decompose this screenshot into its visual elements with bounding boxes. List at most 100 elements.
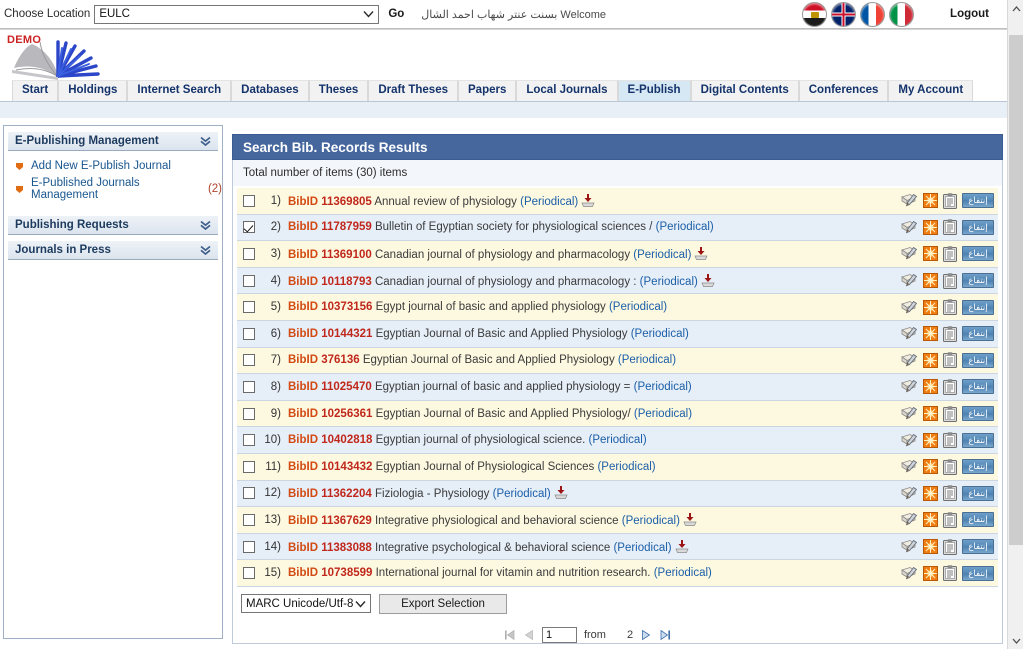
download-icon[interactable] — [694, 246, 708, 260]
row-checkbox[interactable] — [243, 407, 255, 420]
star-icon[interactable] — [923, 219, 938, 235]
export-selection-button[interactable]: Export Selection — [379, 593, 507, 614]
benefit-button[interactable]: إنتفاع — [962, 565, 994, 581]
clipboard-icon[interactable] — [943, 192, 957, 209]
bibid-number[interactable]: 10143432 — [321, 461, 372, 473]
location-select[interactable]: EULC — [94, 4, 380, 24]
sidebar-panel-header-1[interactable]: E-Publishing Management — [8, 131, 218, 151]
edit-record-icon[interactable] — [901, 539, 918, 554]
bibid-number[interactable]: 11369100 — [321, 249, 372, 261]
tab-internet-search[interactable]: Internet Search — [127, 80, 232, 101]
bibid-number[interactable]: 11383088 — [321, 542, 372, 554]
star-icon[interactable] — [923, 432, 938, 448]
row-checkbox[interactable] — [243, 513, 255, 526]
scrollbar-thumb[interactable] — [1009, 35, 1023, 545]
tab-start[interactable]: Start — [12, 80, 59, 101]
record-title[interactable]: Canadian journal of physiology and pharm… — [375, 276, 636, 288]
clipboard-icon[interactable] — [943, 485, 957, 502]
star-icon[interactable] — [923, 299, 938, 315]
bibid-number[interactable]: 10402818 — [321, 434, 372, 446]
record-title[interactable]: Fiziologia - Physiology — [375, 488, 489, 500]
last-page-icon[interactable] — [659, 629, 671, 641]
italy-flag-icon[interactable] — [889, 2, 914, 27]
benefit-button[interactable]: إنتفاع — [962, 459, 994, 475]
bibid-number[interactable]: 376136 — [321, 354, 359, 366]
record-title[interactable]: Integrative psychological & behavioral s… — [375, 542, 610, 554]
tab-papers[interactable]: Papers — [458, 80, 517, 101]
row-checkbox[interactable] — [243, 221, 255, 234]
bibid-number[interactable]: 10256361 — [321, 408, 372, 420]
row-checkbox[interactable] — [243, 301, 255, 314]
benefit-button[interactable]: إنتفاع — [962, 512, 994, 528]
bibid-number[interactable]: 10144321 — [321, 328, 372, 340]
bibid-number[interactable]: 11787959 — [321, 221, 372, 233]
edit-record-icon[interactable] — [901, 273, 918, 288]
star-icon[interactable] — [923, 379, 938, 395]
edit-record-icon[interactable] — [901, 486, 918, 501]
edit-record-icon[interactable] — [901, 566, 918, 581]
edit-record-icon[interactable] — [901, 220, 918, 235]
previous-page-icon[interactable] — [523, 629, 535, 641]
clipboard-icon[interactable] — [943, 379, 957, 395]
star-icon[interactable] — [923, 565, 938, 581]
record-title[interactable]: Egypt journal of basic and applied physi… — [376, 301, 606, 313]
row-checkbox[interactable] — [243, 354, 255, 367]
clipboard-icon[interactable] — [943, 352, 957, 369]
download-icon[interactable] — [581, 193, 595, 207]
tab-local-journals[interactable]: Local Journals — [516, 80, 618, 101]
star-icon[interactable] — [923, 406, 938, 422]
edit-record-icon[interactable] — [901, 512, 918, 527]
egypt-flag-icon[interactable] — [802, 2, 827, 27]
sidebar-panel-header-3[interactable]: Journals in Press — [8, 240, 218, 260]
scroll-down-button[interactable] — [1008, 632, 1023, 649]
go-button[interactable]: Go — [388, 8, 404, 20]
star-icon[interactable] — [923, 485, 938, 501]
uk-flag-icon[interactable] — [831, 2, 856, 27]
sidebar-item-e-published-journals-management[interactable]: E-Published Journals Management (2) — [4, 175, 222, 204]
record-title[interactable]: Egyptian Journal of Basic and Applied Ph… — [363, 354, 615, 366]
clipboard-icon[interactable] — [943, 325, 957, 342]
clipboard-icon[interactable] — [943, 219, 957, 236]
bibid-number[interactable]: 10738599 — [321, 567, 372, 579]
download-icon[interactable] — [701, 273, 715, 287]
record-title[interactable]: Egyptian Journal of Basic and Applied Ph… — [376, 408, 631, 420]
record-title[interactable]: Egyptian journal of basic and applied ph… — [375, 381, 630, 393]
edit-record-icon[interactable] — [901, 406, 918, 421]
record-title[interactable]: Annual review of physiology — [374, 196, 517, 208]
star-icon[interactable] — [923, 326, 938, 342]
edit-record-icon[interactable] — [901, 246, 918, 261]
clipboard-icon[interactable] — [943, 512, 957, 528]
record-title[interactable]: Bulletin of Egyptian society for physiol… — [375, 221, 652, 233]
benefit-button[interactable]: إنتفاع — [962, 539, 994, 555]
tab-my-account[interactable]: My Account — [888, 80, 974, 101]
record-title[interactable]: Egyptian journal of physiological scienc… — [376, 434, 586, 446]
benefit-button[interactable]: إنتفاع — [962, 432, 994, 448]
edit-record-icon[interactable] — [901, 459, 918, 474]
tab-holdings[interactable]: Holdings — [58, 80, 128, 101]
page-scrollbar[interactable] — [1007, 0, 1023, 649]
row-checkbox[interactable] — [243, 567, 255, 580]
download-icon[interactable] — [554, 486, 568, 500]
tab-conferences[interactable]: Conferences — [798, 80, 889, 101]
row-checkbox[interactable] — [243, 194, 255, 207]
edit-record-icon[interactable] — [901, 353, 918, 368]
export-format-select[interactable]: MARC Unicode/Utf-8 — [241, 594, 371, 614]
benefit-button[interactable]: إنتفاع — [962, 273, 994, 289]
clipboard-icon[interactable] — [943, 272, 957, 289]
tab-theses[interactable]: Theses — [308, 80, 369, 101]
row-checkbox[interactable] — [243, 540, 255, 553]
tab-databases[interactable]: Databases — [231, 80, 309, 101]
record-title[interactable]: Egyptian Journal of Physiological Scienc… — [376, 461, 595, 473]
download-icon[interactable] — [683, 512, 697, 526]
sidebar-panel-header-2[interactable]: Publishing Requests — [8, 215, 218, 235]
record-title[interactable]: Integrative physiological and behavioral… — [375, 515, 619, 527]
clipboard-icon[interactable] — [943, 246, 957, 262]
clipboard-icon[interactable] — [943, 405, 957, 422]
france-flag-icon[interactable] — [860, 2, 885, 27]
star-icon[interactable] — [923, 539, 938, 555]
page-number-input[interactable]: 1 — [541, 626, 577, 643]
star-icon[interactable] — [923, 273, 938, 289]
tab-draft-theses[interactable]: Draft Theses — [368, 80, 458, 101]
clipboard-icon[interactable] — [943, 432, 957, 449]
row-checkbox[interactable] — [243, 460, 255, 473]
